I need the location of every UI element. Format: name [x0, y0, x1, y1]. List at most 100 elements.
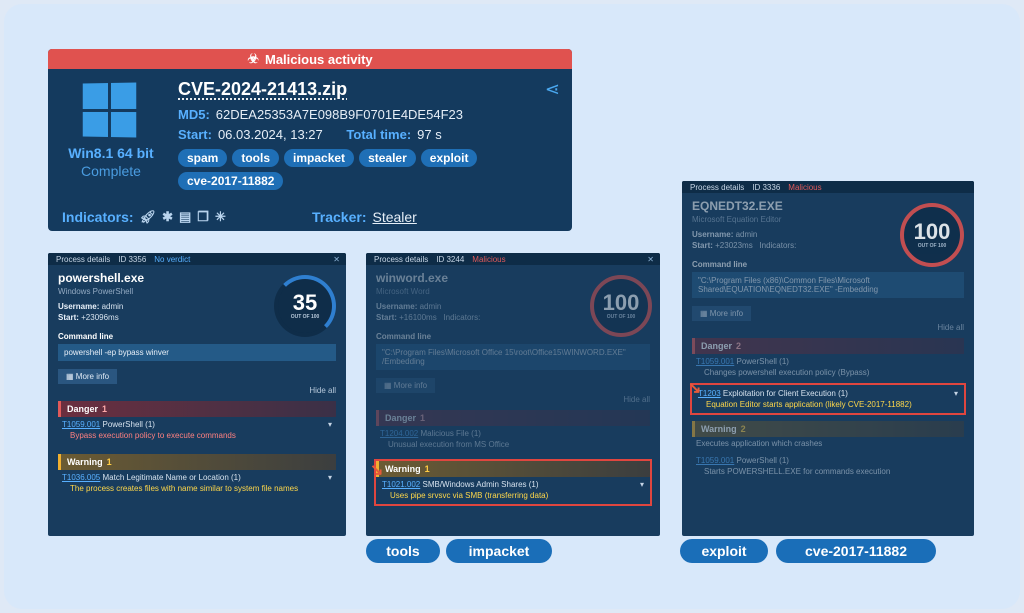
chevron-down-icon[interactable]: ▾ — [328, 420, 332, 429]
bottom-tag-exploit[interactable]: exploit — [680, 539, 768, 563]
verdict: Malicious — [472, 254, 506, 264]
danger-count: 2 — [736, 341, 742, 351]
crash-icon[interactable]: ✳ — [215, 209, 226, 225]
start-label: Start: — [58, 313, 79, 322]
highlighted-warning: Warning 1 T1021.002 SMB/Windows Admin Sha… — [374, 459, 652, 506]
more-info-button[interactable]: ▦ More info — [692, 306, 752, 321]
hide-all-link[interactable]: Hide all — [376, 395, 650, 404]
technique-name: Exploitation for Client Execution (1) — [720, 389, 848, 398]
username-label: Username: — [692, 230, 734, 239]
chevron-down-icon[interactable]: ▾ — [328, 473, 332, 482]
username-value: admin — [735, 230, 758, 239]
more-info-label: More info — [393, 381, 428, 390]
exe-file-icon[interactable]: ▤ — [179, 209, 191, 225]
warning-label: Warning — [385, 464, 421, 474]
indicators-label: Indicators: — [759, 241, 797, 250]
start-value: +23096ms — [81, 313, 119, 322]
hide-all-link[interactable]: Hide all — [692, 323, 964, 332]
more-info-button[interactable]: ▦ More info — [376, 378, 436, 393]
technique-id[interactable]: T1204.002 — [380, 429, 418, 438]
panel-header: Process details ID 3336 Malicious — [682, 181, 974, 193]
technique-id[interactable]: T1059.001 — [62, 420, 100, 429]
windows-stack-icon[interactable]: ❐ — [197, 209, 209, 225]
hide-all-link[interactable]: Hide all — [58, 386, 336, 395]
danger-label: Danger — [385, 413, 417, 423]
danger-section[interactable]: Danger 1 — [58, 401, 336, 417]
warning-section[interactable]: Warning 1 — [58, 454, 336, 470]
technique-name: SMB/Windows Admin Shares (1) — [420, 480, 539, 489]
technique-name: PowerShell (1) — [734, 357, 789, 366]
bug-icon[interactable]: ✱ — [162, 209, 173, 225]
warning-description: Uses pipe srvsvc via SMB (transferring d… — [390, 491, 549, 500]
danger-description: Bypass execution policy to execute comma… — [70, 431, 236, 440]
technique-id[interactable]: T1059.001 — [696, 357, 734, 366]
danger-section[interactable]: Danger 1 — [376, 410, 650, 426]
biohazard-icon: ☣ — [247, 51, 259, 66]
start-value: +16100ms — [399, 313, 437, 322]
tag-spam[interactable]: spam — [178, 149, 228, 167]
share-icon[interactable]: ⋖ — [545, 79, 560, 100]
tag-impacket[interactable]: impacket — [284, 149, 355, 167]
technique-id[interactable]: T1036.005 — [62, 473, 100, 482]
score-circle: 100 OUT OF 100 — [590, 275, 652, 337]
process-id: ID 3244 — [436, 254, 465, 264]
danger-count: 1 — [102, 404, 108, 414]
technique-id[interactable]: T1059.001 — [696, 456, 734, 465]
warning-section[interactable]: Warning 2 — [692, 421, 964, 437]
danger-section[interactable]: Danger 2 — [692, 338, 964, 354]
info-icon: ▦ — [700, 309, 710, 318]
warning-entry[interactable]: T1021.002 SMB/Windows Admin Shares (1) ▾ — [382, 480, 644, 489]
danger-entry[interactable]: T1059.001 PowerShell (1) ▾ — [62, 420, 332, 429]
tag-stealer[interactable]: stealer — [359, 149, 416, 167]
warning-label: Warning — [67, 457, 103, 467]
process-panel-eqnedt32: Process details ID 3336 Malicious EQNEDT… — [682, 181, 974, 536]
dimmed-warnings: Warning 2 Executes application which cras… — [682, 421, 974, 476]
username-value: admin — [101, 302, 124, 311]
danger-description: Unusual execution from MS Office — [388, 440, 510, 449]
info-icon: ▦ — [66, 372, 76, 381]
close-icon[interactable]: ✕ — [647, 255, 654, 264]
banner-text: Malicious activity — [265, 51, 373, 67]
warning-description: The process creates files with name simi… — [70, 484, 299, 493]
file-name[interactable]: CVE-2024-21413.zip — [178, 79, 347, 100]
chevron-down-icon[interactable]: ▾ — [954, 389, 958, 398]
tag-exploit[interactable]: exploit — [420, 149, 478, 167]
score-circle: 35 OUT OF 100 — [274, 275, 336, 337]
danger-entry[interactable]: T1204.002 Malicious File (1) — [380, 429, 646, 438]
warning-entry[interactable]: T1059.001 PowerShell (1) — [696, 456, 960, 465]
process-id: ID 3336 — [752, 182, 781, 192]
close-icon[interactable]: ✕ — [333, 255, 340, 264]
danger-entry[interactable]: T1059.001 PowerShell (1) — [696, 357, 960, 366]
rocket-icon[interactable]: 🚀︎ — [140, 209, 157, 225]
warning-section[interactable]: Warning 1 — [376, 461, 650, 477]
more-info-label: More info — [709, 309, 744, 318]
bottom-tag-tools[interactable]: tools — [366, 539, 440, 563]
warning-count: 1 — [106, 457, 112, 467]
danger-entry[interactable]: T1203 Exploitation for Client Execution … — [698, 389, 958, 398]
tag-cve[interactable]: cve-2017-11882 — [178, 172, 284, 190]
technique-name: PowerShell (1) — [734, 456, 789, 465]
cmd-value: powershell -ep bypass winver — [58, 344, 336, 361]
red-arrow-icon: ↘ — [688, 380, 702, 397]
chevron-down-icon[interactable]: ▾ — [640, 480, 644, 489]
tracker-link[interactable]: Stealer — [372, 209, 416, 225]
windows-logo-icon — [82, 82, 137, 138]
technique-id[interactable]: T1021.002 — [382, 480, 420, 489]
score-value: 100 — [602, 290, 640, 315]
warning-description: Starts POWERSHELL.EXE for commands execu… — [704, 467, 891, 476]
warning-entry[interactable]: T1036.005 Match Legitimate Name or Locat… — [62, 473, 332, 482]
panel-title: Process details — [374, 254, 429, 264]
info-icon: ▦ — [384, 381, 394, 390]
bottom-tag-impacket[interactable]: impacket — [446, 539, 552, 563]
indicators-row: Indicators: 🚀︎ ✱ ▤ ❐ ✳ — [62, 209, 226, 225]
md5-value: 62DEA25353A7E098B9F0701E4DE54F23 — [215, 107, 463, 122]
total-value: 97 s — [417, 127, 442, 142]
technique-name: Match Legitimate Name or Location (1) — [100, 473, 241, 482]
red-arrow-icon: ↘ — [370, 462, 384, 479]
technique-name: Malicious File (1) — [418, 429, 481, 438]
bottom-tag-cve[interactable]: cve-2017-11882 — [776, 539, 936, 563]
os-label: Win8.1 64 bit — [68, 145, 154, 161]
tag-tools[interactable]: tools — [232, 149, 280, 167]
more-info-button[interactable]: ▦ More info — [58, 369, 118, 384]
status-label: Complete — [81, 163, 141, 179]
